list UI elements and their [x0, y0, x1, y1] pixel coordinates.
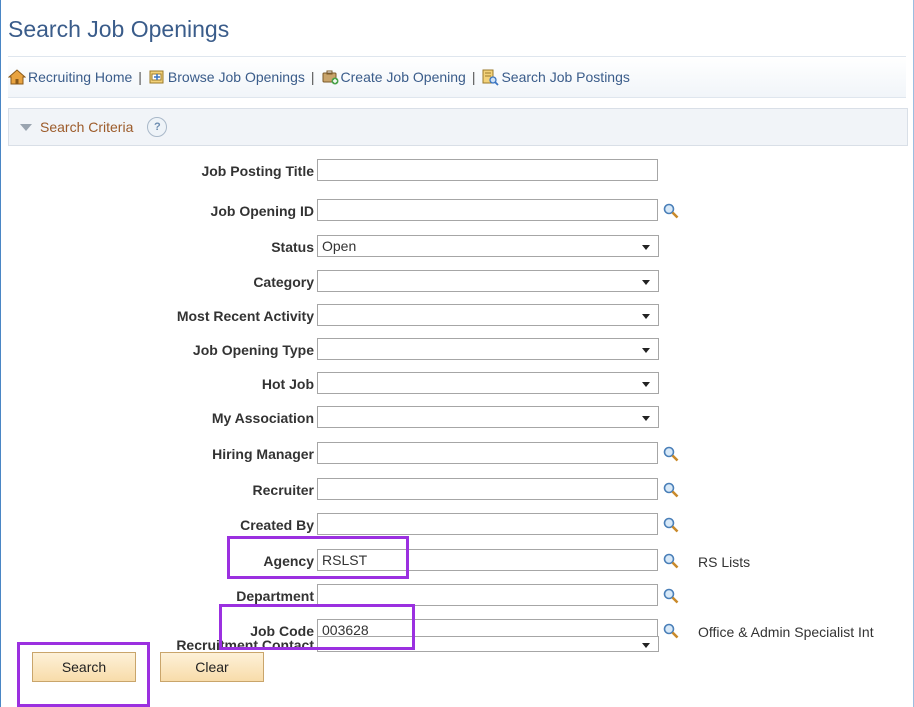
search-criteria-header[interactable]: Search Criteria ?: [8, 108, 908, 146]
department-label: Department: [236, 588, 314, 604]
hiring-manager-input[interactable]: [317, 442, 658, 464]
job-opening-type-label: Job Opening Type: [192, 342, 314, 358]
search-criteria-title: Search Criteria: [40, 119, 134, 135]
category-label: Category: [253, 274, 314, 290]
dropdown-arrow-icon: [642, 382, 650, 387]
job-posting-title-input[interactable]: [317, 159, 658, 181]
link-separator: |: [310, 69, 315, 85]
created-by-label: Created By: [240, 517, 314, 533]
status-row: Status Open: [0, 233, 912, 261]
job-opening-type-row: Job Opening Type: [0, 336, 912, 364]
most-recent-activity-row: Most Recent Activity: [0, 302, 912, 330]
hot-job-label: Hot Job: [261, 376, 314, 392]
dropdown-arrow-icon: [642, 348, 650, 353]
search-job-postings-label: Search Job Postings: [501, 69, 630, 85]
created-by-input[interactable]: [317, 513, 658, 535]
my-association-select[interactable]: [317, 406, 659, 428]
hiring-manager-lookup-icon[interactable]: [663, 446, 679, 462]
created-by-lookup-icon[interactable]: [663, 517, 679, 533]
recruiter-row: Recruiter: [0, 476, 912, 504]
job-posting-title-label: Job Posting Title: [201, 163, 314, 179]
browse-icon: [149, 70, 164, 84]
create-job-opening-label: Create Job Opening: [340, 69, 466, 85]
category-select[interactable]: [317, 270, 659, 292]
search-postings-icon: [482, 69, 500, 86]
job-posting-title-row: Job Posting Title: [0, 157, 912, 185]
most-recent-activity-label: Most Recent Activity: [176, 308, 314, 324]
status-value: Open: [322, 238, 357, 254]
browse-job-openings-label: Browse Job Openings: [167, 69, 305, 85]
help-icon[interactable]: ?: [147, 117, 168, 137]
my-association-label: My Association: [211, 410, 314, 426]
dropdown-arrow-icon: [642, 314, 650, 319]
department-input[interactable]: [317, 584, 658, 606]
dropdown-arrow-icon: [642, 416, 650, 421]
job-opening-type-select[interactable]: [317, 338, 659, 360]
recruiter-label: Recruiter: [252, 482, 314, 498]
hiring-manager-row: Hiring Manager: [0, 440, 912, 468]
page-title: Search Job Openings: [8, 16, 230, 42]
search-button-highlight-box: [17, 642, 150, 707]
job-opening-id-row: Job Opening ID: [0, 197, 912, 225]
agency-row: Agency RSLST RS Lists: [0, 547, 912, 575]
dropdown-arrow-icon: [642, 280, 650, 285]
hiring-manager-label: Hiring Manager: [212, 446, 314, 462]
dropdown-arrow-icon: [642, 245, 650, 250]
created-by-row: Created By: [0, 511, 912, 539]
clear-button[interactable]: Clear: [160, 652, 264, 682]
recruiter-lookup-icon[interactable]: [663, 482, 679, 498]
create-icon: [322, 70, 339, 85]
my-association-row: My Association: [0, 404, 912, 432]
hot-job-select[interactable]: [317, 372, 659, 394]
agency-lookup-icon[interactable]: [663, 553, 679, 569]
job-opening-id-label: Job Opening ID: [210, 203, 314, 219]
most-recent-activity-select[interactable]: [317, 304, 659, 326]
browse-job-openings-link[interactable]: Browse Job Openings: [148, 68, 305, 86]
department-lookup-icon[interactable]: [663, 588, 679, 604]
dropdown-arrow-icon: [642, 643, 650, 648]
collapse-triangle-icon[interactable]: [20, 123, 32, 131]
link-separator: |: [471, 69, 476, 85]
job-code-highlight-box: [219, 604, 415, 650]
link-separator: |: [138, 69, 142, 85]
recruiting-home-link[interactable]: Recruiting Home: [8, 68, 132, 86]
department-row: Department: [0, 582, 912, 610]
recruiting-home-label: Recruiting Home: [28, 69, 133, 85]
hot-job-row: Hot Job: [0, 370, 912, 398]
status-select[interactable]: Open: [317, 235, 659, 257]
create-job-opening-link[interactable]: Create Job Opening: [321, 68, 466, 86]
navigation-links: Recruiting Home | Browse Job Openings | …: [8, 56, 906, 98]
agency-description: RS Lists: [698, 554, 751, 570]
status-label: Status: [271, 239, 314, 255]
category-row: Category: [0, 268, 912, 296]
recruiter-input[interactable]: [317, 478, 658, 500]
job-opening-id-input[interactable]: [317, 199, 658, 221]
job-opening-id-lookup-icon[interactable]: [663, 203, 679, 219]
search-job-postings-link[interactable]: Search Job Postings: [481, 68, 630, 86]
agency-highlight-box: [227, 536, 409, 579]
home-icon: [8, 69, 26, 85]
